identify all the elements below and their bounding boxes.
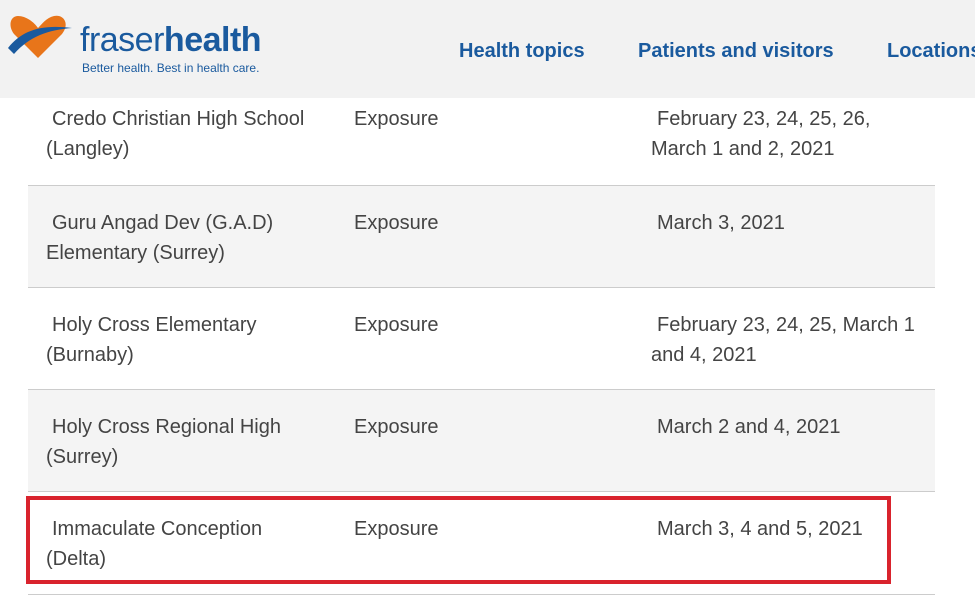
dates-cell: February 23, 24, 25, March 1 and 4, 2021 [651, 314, 915, 366]
heart-logo-icon [8, 15, 72, 58]
dates-cell: February 23, 24, 25, 26, March 1 and 2, … [651, 108, 871, 160]
type-cell: Exposure [354, 518, 439, 540]
table-row: Holy Cross Regional High (Surrey) Exposu… [28, 390, 935, 492]
nav-locations[interactable]: Locations [887, 40, 975, 63]
type-cell: Exposure [354, 108, 439, 130]
table-divider [28, 594, 935, 595]
school-cell: Credo Christian High School (Langley) [46, 108, 305, 160]
table-row: Credo Christian High School (Langley) Ex… [28, 98, 935, 186]
school-cell: Holy Cross Regional High (Surrey) [46, 416, 281, 468]
school-cell: Holy Cross Elementary (Burnaby) [46, 314, 257, 366]
dates-cell: March 3, 2021 [657, 212, 785, 234]
dates-cell: March 3, 4 and 5, 2021 [657, 518, 863, 540]
type-cell: Exposure [354, 314, 439, 336]
brand-tagline: Better health. Best in health care. [82, 61, 260, 75]
nav-health-topics[interactable]: Health topics [459, 40, 585, 63]
school-cell: Immaculate Conception (Delta) [46, 518, 263, 570]
site-header: fraserhealth Better health. Best in heal… [0, 0, 975, 98]
table-row: Holy Cross Elementary (Burnaby) Exposure… [28, 288, 935, 390]
nav-patients-and-visitors[interactable]: Patients and visitors [638, 40, 834, 63]
fraserhealth-logo[interactable]: fraserhealth Better health. Best in heal… [8, 10, 262, 80]
brand-name: fraserhealth [80, 21, 262, 59]
type-cell: Exposure [354, 416, 439, 438]
type-cell: Exposure [354, 212, 439, 234]
school-exposures-table: Credo Christian High School (Langley) Ex… [28, 98, 935, 593]
dates-cell: March 2 and 4, 2021 [657, 416, 841, 438]
table-row: Immaculate Conception (Delta) Exposure M… [28, 492, 935, 593]
school-cell: Guru Angad Dev (G.A.D) Elementary (Surre… [46, 212, 274, 264]
table-row: Guru Angad Dev (G.A.D) Elementary (Surre… [28, 186, 935, 288]
